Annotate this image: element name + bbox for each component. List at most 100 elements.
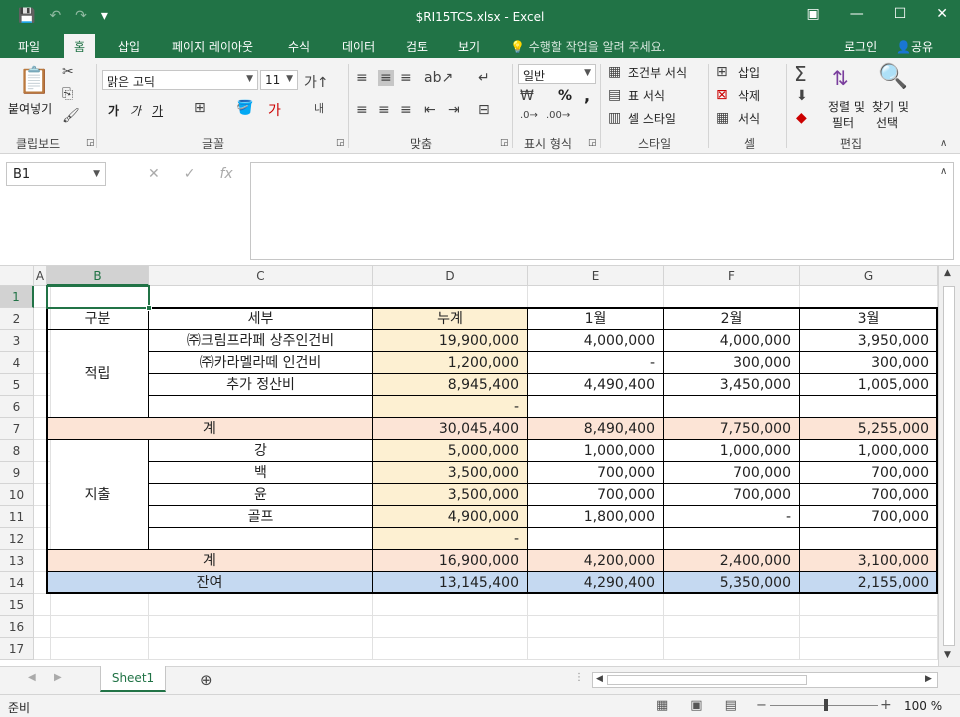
month-cell[interactable]: 300,000: [800, 352, 938, 374]
cell-empty[interactable]: [149, 616, 373, 638]
reserve-sum-month[interactable]: 8,490,400: [528, 418, 664, 440]
cell-empty[interactable]: [149, 286, 373, 308]
copy-icon[interactable]: ⎘: [62, 86, 73, 102]
phonetic-icon[interactable]: 내: [314, 100, 324, 116]
cell-empty[interactable]: [373, 286, 528, 308]
total-cell[interactable]: 4,900,000: [373, 506, 528, 528]
month-cell[interactable]: 1,800,000: [528, 506, 664, 528]
cell-empty[interactable]: [664, 594, 800, 616]
row-header[interactable]: 1: [0, 286, 34, 308]
tab-file[interactable]: 파일: [18, 38, 40, 55]
select-all-corner[interactable]: [0, 266, 34, 286]
find-select-label[interactable]: 찾기 및: [872, 98, 909, 115]
total-cell[interactable]: -: [373, 396, 528, 418]
formula-input[interactable]: [250, 162, 954, 260]
add-sheet-icon[interactable]: ⊕: [200, 671, 213, 689]
insert-function-button[interactable]: fx: [219, 166, 232, 182]
split-handle-icon[interactable]: ⋮: [574, 672, 584, 683]
row-header[interactable]: 11: [0, 506, 34, 528]
row-header[interactable]: 8: [0, 440, 34, 462]
paste-icon[interactable]: 📋: [18, 66, 50, 96]
total-cell[interactable]: 3,500,000: [373, 484, 528, 506]
close-icon[interactable]: ✕: [936, 6, 948, 22]
border-icon[interactable]: ⊞: [194, 100, 206, 116]
sort-filter-label[interactable]: 정렬 및: [828, 98, 865, 115]
row-header[interactable]: 13: [0, 550, 34, 572]
column-header-f[interactable]: F: [664, 266, 800, 286]
total-cell[interactable]: 1,200,000: [373, 352, 528, 374]
expense-sum-label[interactable]: 계: [47, 550, 373, 572]
month-cell[interactable]: -: [528, 352, 664, 374]
cell-styles-button[interactable]: 셀 스타일: [628, 110, 676, 127]
number-format-combo[interactable]: 일반 ▼: [518, 64, 596, 84]
month-cell[interactable]: 700,000: [800, 484, 938, 506]
cell-empty[interactable]: [149, 594, 373, 616]
vertical-scroll-thumb[interactable]: [943, 286, 955, 646]
cell-empty[interactable]: [800, 616, 938, 638]
row-header[interactable]: 15: [0, 594, 34, 616]
bold-button[interactable]: 가: [108, 102, 119, 119]
percent-button[interactable]: %: [558, 88, 572, 104]
comma-button[interactable]: ,: [584, 86, 590, 105]
detail-cell[interactable]: 골프: [149, 506, 373, 528]
row-header[interactable]: 2: [0, 308, 34, 330]
row-header[interactable]: 7: [0, 418, 34, 440]
total-cell[interactable]: 19,900,000: [373, 330, 528, 352]
cell-empty[interactable]: [528, 594, 664, 616]
category-reserve[interactable]: 적립: [47, 330, 149, 418]
total-cell[interactable]: 3,500,000: [373, 462, 528, 484]
active-cell-b1[interactable]: [46, 285, 150, 309]
expense-sum-month[interactable]: 4,200,000: [528, 550, 664, 572]
header-cell-detail[interactable]: 세부: [149, 308, 373, 330]
zoom-out-icon[interactable]: −: [756, 698, 767, 713]
name-box[interactable]: B1 ▼: [6, 162, 106, 186]
cut-icon[interactable]: ✂: [62, 64, 74, 80]
expense-sum-total[interactable]: 16,900,000: [373, 550, 528, 572]
align-right-icon[interactable]: ≡: [400, 102, 412, 118]
month-cell[interactable]: 700,000: [664, 462, 800, 484]
month-cell[interactable]: 700,000: [528, 484, 664, 506]
detail-cell[interactable]: 윤: [149, 484, 373, 506]
month-cell[interactable]: [664, 396, 800, 418]
enter-icon[interactable]: ✓: [184, 166, 196, 182]
header-cell-m1[interactable]: 1월: [528, 308, 664, 330]
font-size-combo[interactable]: 11 ▼: [260, 70, 298, 90]
delete-cells-button[interactable]: 삭제: [738, 87, 760, 104]
zoom-level[interactable]: 100 %: [904, 699, 942, 713]
worksheet-grid[interactable]: A B C D E F G 1 2 3 4 5 6 7 8 9 10 11 12 13 14 15 16 17 구…: [0, 266, 960, 666]
expense-sum-month[interactable]: 3,100,000: [800, 550, 938, 572]
month-cell[interactable]: [800, 396, 938, 418]
cell-empty[interactable]: [664, 638, 800, 660]
align-left-icon[interactable]: ≡: [356, 102, 368, 118]
detail-cell[interactable]: [149, 528, 373, 550]
align-center-icon[interactable]: ≡: [378, 102, 390, 118]
cancel-icon[interactable]: ✕: [148, 166, 160, 182]
sheet-tab-sheet1[interactable]: Sheet1: [100, 666, 166, 692]
cell-empty[interactable]: [528, 638, 664, 660]
detail-cell[interactable]: 추가 정산비: [149, 374, 373, 396]
fill-icon[interactable]: ⬇: [796, 88, 808, 104]
find-select-label-2[interactable]: 선택: [876, 114, 898, 131]
column-header-c[interactable]: C: [149, 266, 373, 286]
row-header[interactable]: 16: [0, 616, 34, 638]
clipboard-launcher-icon[interactable]: ◲: [86, 138, 95, 148]
sort-filter-label-2[interactable]: 필터: [832, 114, 854, 131]
alignment-launcher-icon[interactable]: ◲: [500, 138, 509, 148]
sort-filter-icon[interactable]: ⇅: [832, 66, 849, 90]
orientation-icon[interactable]: ab↗: [424, 70, 453, 86]
underline-button[interactable]: 가: [152, 102, 163, 119]
balance-total[interactable]: 13,145,400: [373, 572, 528, 594]
detail-cell[interactable]: 강: [149, 440, 373, 462]
font-launcher-icon[interactable]: ◲: [336, 138, 345, 148]
total-cell[interactable]: 5,000,000: [373, 440, 528, 462]
page-break-view-icon[interactable]: ▤: [725, 698, 737, 713]
month-cell[interactable]: 4,490,400: [528, 374, 664, 396]
month-cell[interactable]: 1,000,000: [800, 440, 938, 462]
format-painter-icon[interactable]: 🖌: [62, 108, 80, 124]
row-header[interactable]: 14: [0, 572, 34, 594]
month-cell[interactable]: [664, 528, 800, 550]
month-cell[interactable]: 700,000: [664, 484, 800, 506]
italic-button[interactable]: 가: [130, 102, 141, 119]
prev-sheet-icon[interactable]: ◀: [28, 672, 36, 683]
next-sheet-icon[interactable]: ▶: [54, 672, 62, 683]
